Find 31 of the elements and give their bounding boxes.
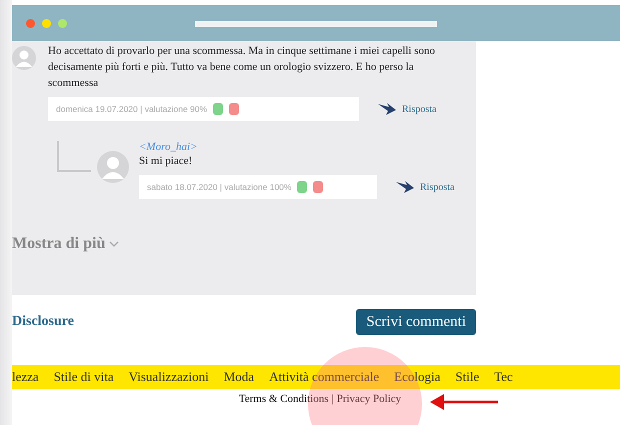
chevron-down-icon (109, 240, 120, 248)
footer-separator: | (332, 393, 334, 405)
nav-link[interactable]: Stile (455, 369, 480, 385)
thumbs-down-icon[interactable] (313, 181, 324, 193)
thumbs-up-icon[interactable] (297, 181, 308, 193)
reply-link[interactable]: Risposta (402, 104, 436, 114)
reply-arrow-icon[interactable] (395, 180, 415, 194)
comment-date-rating: domenica 19.07.2020 | valutazione 90% (56, 104, 208, 114)
thread-connector-line (57, 141, 91, 173)
minimize-dot-icon (42, 18, 51, 28)
nav-link[interactable]: Stile di vita (54, 369, 114, 385)
nav-link[interactable]: lezza (12, 369, 39, 385)
comment-text: Ho accettato di provarlo per una scommessa. Ma in cinque settimane i miei capelli sono decisamente più forti e più. Tutto va bene come un orologio svizzero. E ho perso la scommessa (48, 44, 436, 91)
privacy-link[interactable]: Privacy Policy (336, 393, 402, 405)
reply-link[interactable]: Risposta (420, 182, 454, 192)
close-dot-icon (26, 18, 35, 28)
nav-link[interactable]: Tec (494, 369, 513, 385)
pointing-arrow (430, 394, 500, 410)
comment-text: Si mi piace! (139, 154, 194, 169)
write-comment-button[interactable]: Scrivi commenti (356, 309, 476, 335)
nav-link[interactable]: Moda (224, 369, 254, 385)
disclosure-link[interactable]: Disclosure (12, 314, 74, 330)
maximize-dot-icon (58, 18, 67, 28)
reply-arrow-icon[interactable] (377, 102, 397, 116)
thumbs-up-icon[interactable] (213, 103, 224, 115)
nav-link[interactable]: Attività commerciale (269, 369, 380, 385)
comment-date-rating: sabato 18.07.2020 | valutazione 100% (147, 182, 292, 192)
nav-link[interactable]: Ecologia (394, 369, 440, 385)
thumbs-down-icon[interactable] (229, 103, 240, 115)
nav-link[interactable]: Visualizzazioni (128, 369, 209, 385)
terms-link[interactable]: Terms & Conditions (238, 393, 328, 405)
